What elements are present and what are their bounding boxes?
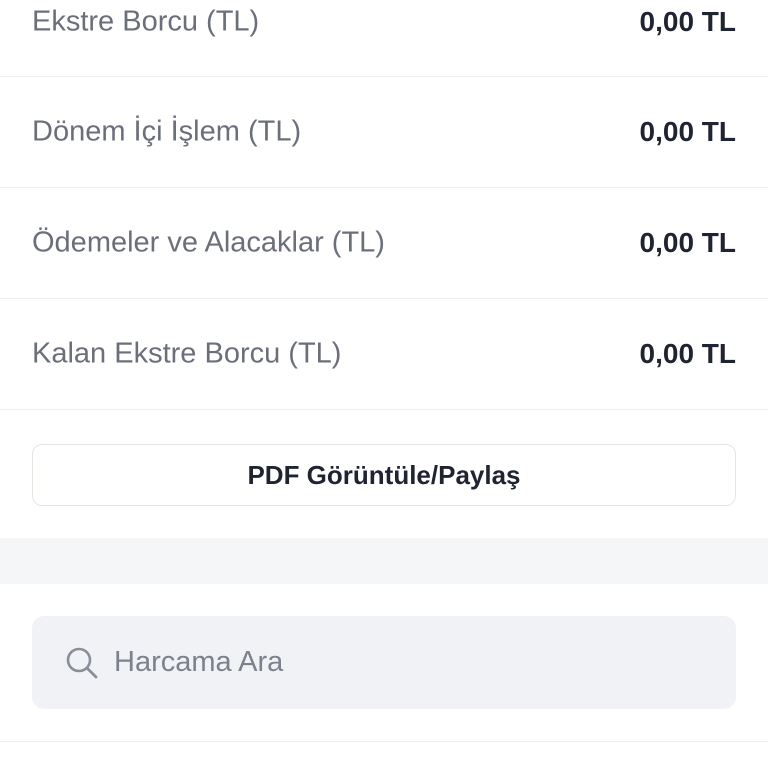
summary-row-label: Ekstre Borcu (TL)	[32, 5, 260, 38]
summary-row-label: Ödemeler ve Alacaklar (TL)	[32, 226, 385, 259]
section-separator	[0, 538, 768, 584]
search-icon	[66, 647, 98, 679]
pdf-view-share-button[interactable]: PDF Görüntüle/Paylaş	[32, 444, 736, 506]
summary-row-payments-credits: Ödemeler ve Alacaklar (TL) 0,00 TL	[0, 188, 768, 299]
summary-row-statement-debt: Ekstre Borcu (TL) 0,00 TL	[0, 0, 768, 77]
summary-row-value: 0,00 TL	[639, 338, 736, 369]
pdf-action-area: PDF Görüntüle/Paylaş	[0, 411, 768, 538]
search-box[interactable]	[32, 616, 736, 709]
summary-row-value: 0,00 TL	[639, 116, 736, 147]
summary-row-period-transactions: Dönem İçi İşlem (TL) 0,00 TL	[0, 77, 768, 188]
divider	[0, 741, 768, 742]
statement-page: Ekstre Borcu (TL) 0,00 TL Dönem İçi İşle…	[0, 0, 768, 768]
search-input[interactable]	[114, 616, 714, 709]
summary-row-value: 0,00 TL	[639, 6, 736, 37]
statement-summary-list: Ekstre Borcu (TL) 0,00 TL Dönem İçi İşle…	[0, 0, 768, 410]
search-section	[0, 584, 768, 768]
summary-row-value: 0,00 TL	[639, 227, 736, 258]
summary-row-remaining-debt: Kalan Ekstre Borcu (TL) 0,00 TL	[0, 299, 768, 410]
summary-row-label: Kalan Ekstre Borcu (TL)	[32, 337, 342, 370]
summary-row-label: Dönem İçi İşlem (TL)	[32, 115, 302, 148]
